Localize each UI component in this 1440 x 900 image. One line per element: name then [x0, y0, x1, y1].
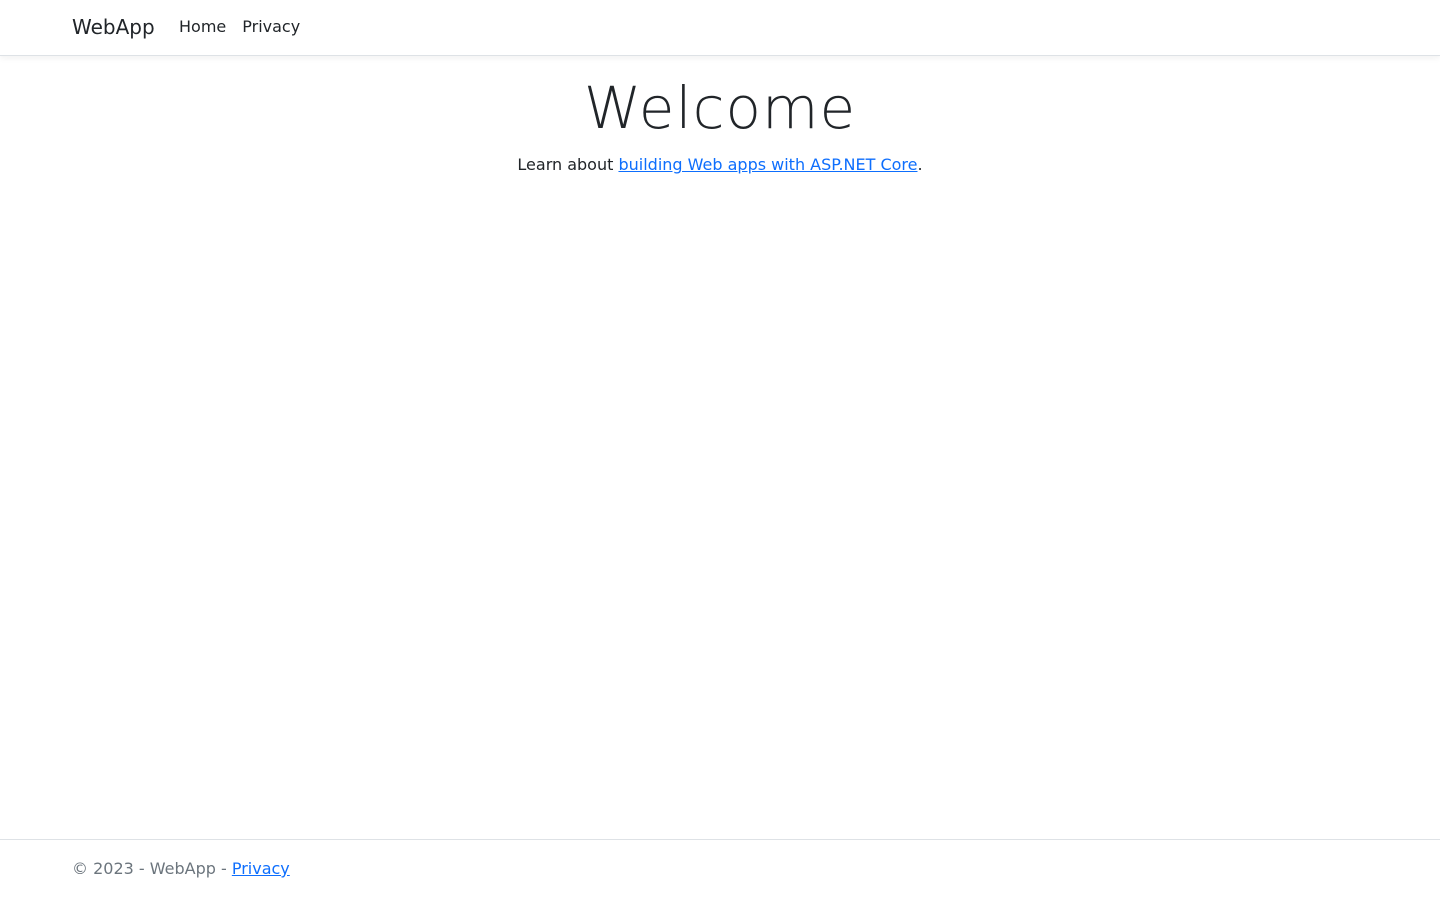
nav-link-privacy[interactable]: Privacy: [242, 17, 300, 37]
aspnet-docs-link[interactable]: building Web apps with ASP.NET Core: [618, 155, 917, 174]
footer-privacy-link[interactable]: Privacy: [232, 859, 290, 878]
brand-link[interactable]: WebApp: [72, 15, 155, 39]
copyright-text: © 2023 - WebApp -: [72, 859, 232, 878]
footer: © 2023 - WebApp - Privacy: [0, 839, 1440, 900]
nav-links: Home Privacy: [179, 17, 300, 37]
lead-suffix: .: [917, 155, 923, 174]
page-title: Welcome: [583, 74, 857, 142]
top-navbar: WebApp Home Privacy: [0, 0, 1440, 56]
lead-prefix: Learn about: [517, 155, 619, 174]
main-content: Welcome Learn about building Web apps wi…: [0, 56, 1440, 176]
lead-text: Learn about building Web apps with ASP.N…: [0, 154, 1440, 176]
footer-text: © 2023 - WebApp - Privacy: [72, 859, 290, 879]
nav-link-home[interactable]: Home: [179, 17, 226, 37]
